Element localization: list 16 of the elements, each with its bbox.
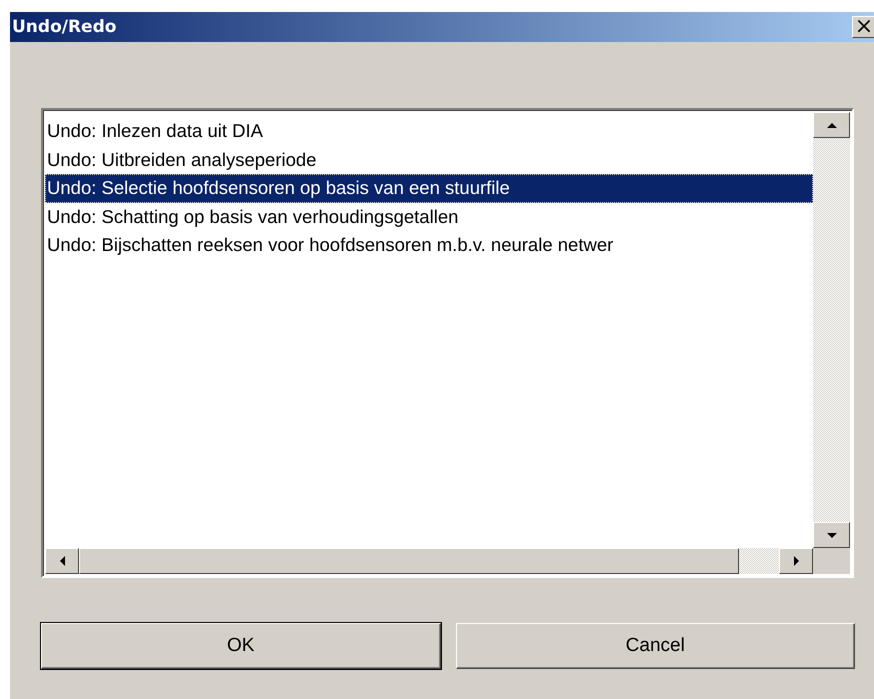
- list-item[interactable]: Undo: Inlezen data uit DIA: [45, 117, 813, 146]
- list-item[interactable]: Undo: Uitbreiden analyseperiode: [45, 146, 813, 174]
- ok-button[interactable]: OK: [41, 623, 440, 669]
- list-item[interactable]: Undo: Schatting op basis van verhoudingsgetallen: [45, 202, 813, 231]
- vertical-scrollbar[interactable]: [813, 112, 850, 548]
- scroll-down-icon: [826, 532, 836, 538]
- list-item[interactable]: Undo: Bijschatten reeksen voor hoofdsensoren m.b.v. neurale netwer: [45, 231, 813, 260]
- window-title: Undo/Redo: [12, 17, 116, 37]
- list-item[interactable]: Undo: Selectie hoofdsensoren op basis van een stuurfile: [45, 174, 813, 202]
- scroll-right-icon: [792, 556, 800, 566]
- cancel-button[interactable]: Cancel: [456, 623, 855, 669]
- scroll-up-icon: [826, 122, 836, 128]
- scrollbar-corner: [813, 548, 850, 574]
- horizontal-scrollbar[interactable]: [45, 548, 813, 574]
- close-button[interactable]: ×: [852, 16, 874, 38]
- scroll-left-icon: [58, 556, 66, 566]
